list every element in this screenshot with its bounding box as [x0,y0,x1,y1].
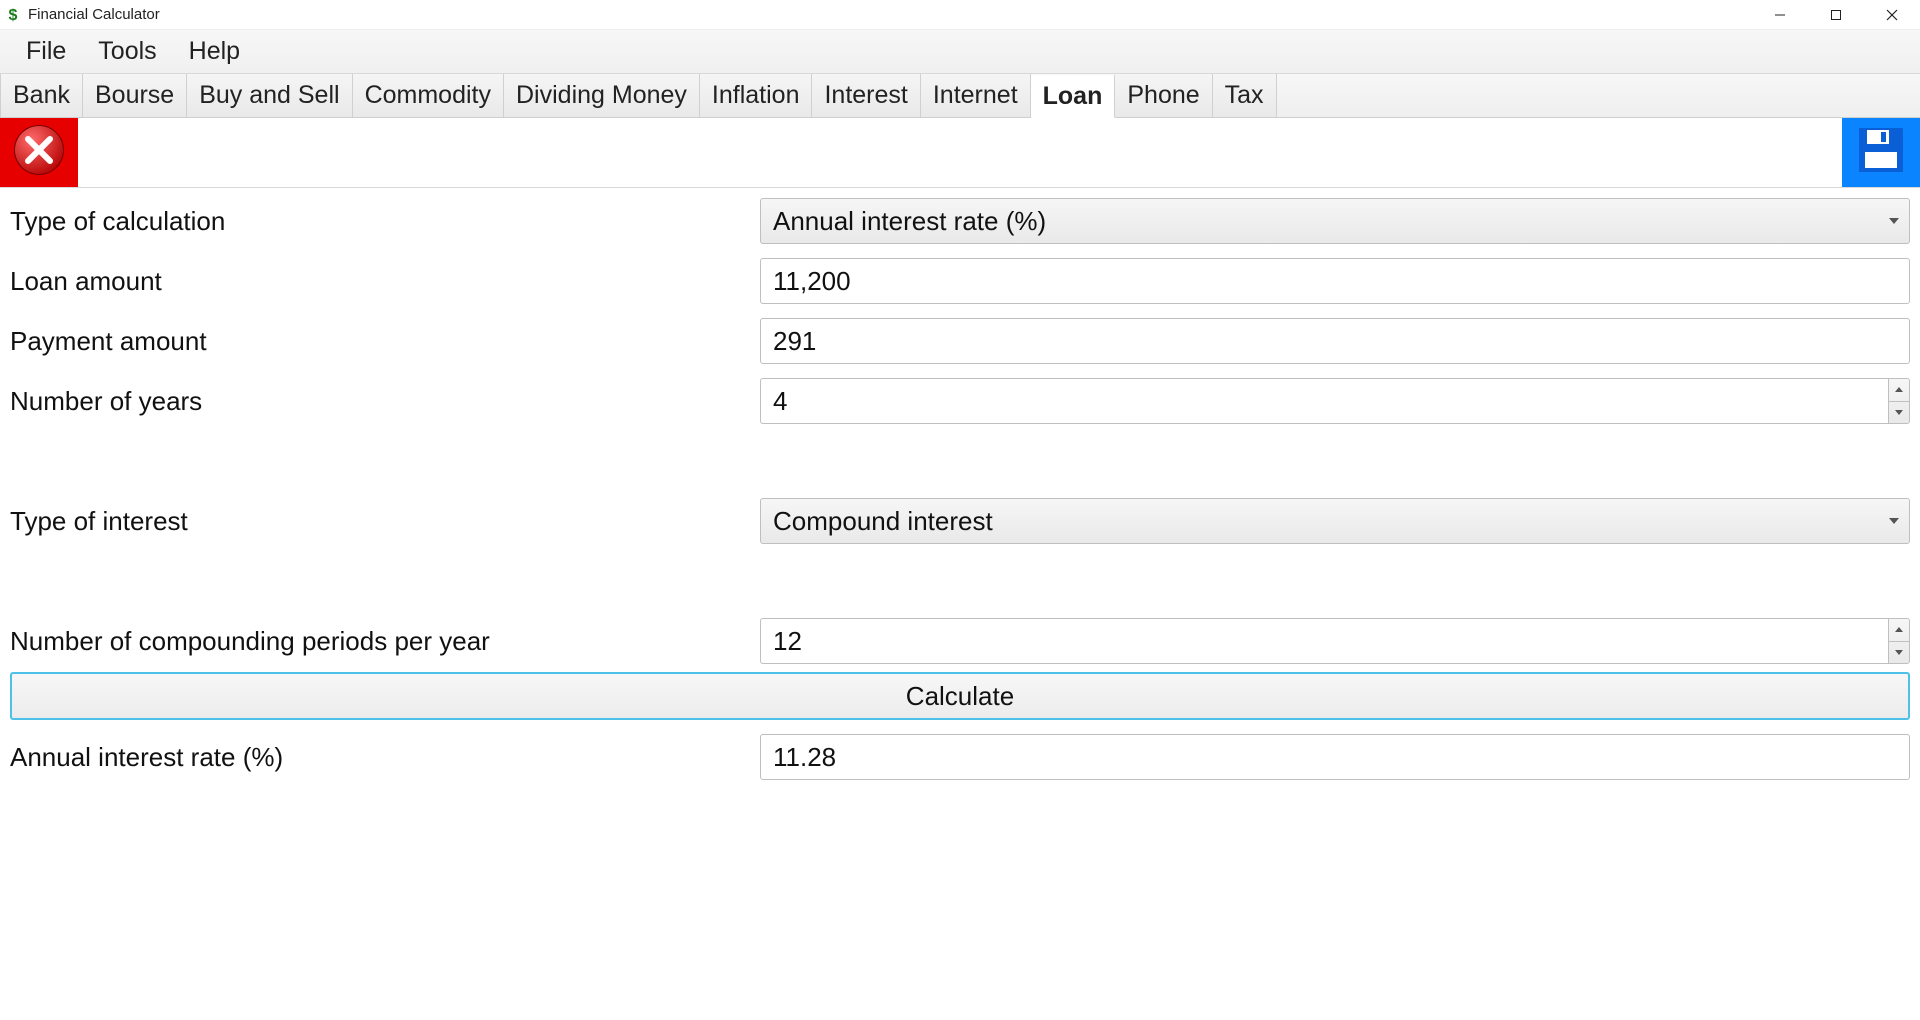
tab-dividing-money[interactable]: Dividing Money [504,74,700,117]
menu-help[interactable]: Help [173,33,256,70]
spinner-periods-down[interactable] [1889,641,1909,664]
tab-interest[interactable]: Interest [812,74,920,117]
chevron-down-icon [1895,650,1903,655]
floppy-disk-icon [1853,122,1909,183]
chevron-down-icon [1889,218,1899,224]
row-result: Annual interest rate (%) [10,732,1910,782]
titlebar: $ Financial Calculator [0,0,1920,30]
row-compounding-periods: Number of compounding periods per year [10,616,1910,666]
tab-inflation[interactable]: Inflation [700,74,813,117]
input-result[interactable] [760,734,1910,780]
maximize-button[interactable] [1808,0,1864,30]
label-type-of-interest: Type of interest [10,506,760,537]
menu-file[interactable]: File [10,33,82,70]
spinner-periods [1888,618,1910,664]
svg-text:$: $ [9,7,18,24]
toolbar-spacer [78,118,1842,187]
label-loan-amount: Loan amount [10,266,760,297]
row-loan-amount: Loan amount [10,256,1910,306]
input-number-of-years[interactable] [760,378,1888,424]
label-number-of-years: Number of years [10,386,760,417]
select-type-of-calculation[interactable]: Annual interest rate (%) [760,198,1910,244]
input-loan-amount[interactable] [760,258,1910,304]
menubar: File Tools Help [0,30,1920,74]
row-number-of-years: Number of years [10,376,1910,426]
input-payment-amount[interactable] [760,318,1910,364]
close-x-icon [11,122,67,183]
label-compounding-periods: Number of compounding periods per year [10,626,760,657]
spinner-years-up[interactable] [1889,379,1909,401]
label-payment-amount: Payment amount [10,326,760,357]
row-payment-amount: Payment amount [10,316,1910,366]
tab-commodity[interactable]: Commodity [353,74,504,117]
tab-buy-and-sell[interactable]: Buy and Sell [187,74,352,117]
calculate-button[interactable]: Calculate [10,672,1910,720]
select-type-of-interest[interactable]: Compound interest [760,498,1910,544]
tab-loan[interactable]: Loan [1031,75,1116,118]
app-icon: $ [4,6,22,24]
tab-internet[interactable]: Internet [921,74,1031,117]
minimize-button[interactable] [1752,0,1808,30]
window-title: Financial Calculator [28,6,160,23]
spinner-years-down[interactable] [1889,401,1909,424]
select-type-of-calculation-value: Annual interest rate (%) [773,206,1046,237]
tab-tax[interactable]: Tax [1213,74,1277,117]
chevron-up-icon [1895,387,1903,392]
input-compounding-periods[interactable] [760,618,1888,664]
tabbar: Bank Bourse Buy and Sell Commodity Divid… [0,74,1920,118]
close-window-button[interactable] [1864,0,1920,30]
chevron-down-icon [1895,410,1903,415]
chevron-down-icon [1889,518,1899,524]
menu-tools[interactable]: Tools [82,33,172,70]
row-type-of-interest: Type of interest Compound interest [10,496,1910,546]
label-type-of-calculation: Type of calculation [10,206,760,237]
titlebar-left: $ Financial Calculator [0,6,160,24]
row-calculate: Calculate [10,672,1910,720]
clear-button[interactable] [0,118,78,187]
select-type-of-interest-value: Compound interest [773,506,993,537]
tab-bank[interactable]: Bank [0,74,83,117]
label-result: Annual interest rate (%) [10,742,760,773]
spinner-periods-up[interactable] [1889,619,1909,641]
tab-phone[interactable]: Phone [1115,74,1212,117]
toolbar [0,118,1920,188]
form-area: Type of calculation Annual interest rate… [0,188,1920,782]
titlebar-controls [1752,0,1920,30]
row-type-of-calculation: Type of calculation Annual interest rate… [10,196,1910,246]
chevron-up-icon [1895,627,1903,632]
save-button[interactable] [1842,118,1920,187]
spinner-years [1888,378,1910,424]
tab-bourse[interactable]: Bourse [83,74,187,117]
